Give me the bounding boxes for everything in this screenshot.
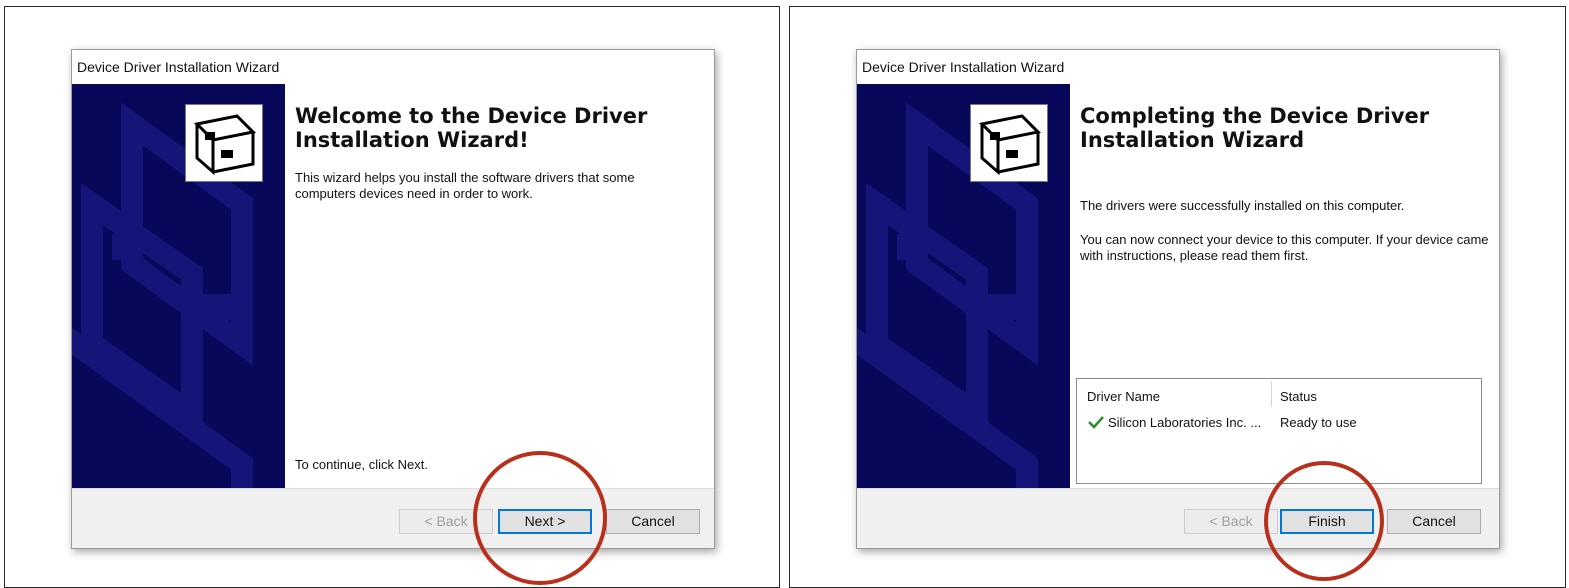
welcome-wizard-dialog: Device Driver Installation Wizard Welcom…: [71, 49, 715, 549]
wizard-content: Completing the Device Driver Installatio…: [1070, 84, 1499, 488]
column-separator: [1271, 381, 1272, 407]
right-screenshot-panel: Device Driver Installation Wizard Comple…: [789, 6, 1566, 588]
device-drive-icon: [185, 104, 263, 182]
driver-list: Driver Name Status Silicon Laboratories …: [1076, 378, 1482, 484]
window-title: Device Driver Installation Wizard: [862, 59, 1065, 75]
wizard-description: This wizard helps you install the softwa…: [295, 170, 635, 201]
left-screenshot-panel: Device Driver Installation Wizard Welcom…: [4, 6, 780, 588]
title-bar: Device Driver Installation Wizard: [72, 50, 714, 84]
connect-instruction: You can now connect your device to this …: [1080, 232, 1489, 263]
driver-name-cell[interactable]: Silicon Laboratories Inc. ...: [1108, 415, 1261, 430]
column-header-status[interactable]: Status: [1280, 389, 1317, 404]
completing-wizard-dialog: Device Driver Installation Wizard Comple…: [856, 49, 1500, 549]
wizard-sidebar: [857, 84, 1070, 488]
wizard-sidebar: [72, 84, 285, 488]
device-drive-icon: [970, 104, 1048, 182]
highlight-circle: [473, 451, 607, 585]
page-title: Welcome to the Device Driver Installatio…: [295, 104, 648, 152]
checkmark-icon: [1088, 416, 1104, 429]
page-title: Completing the Device Driver Installatio…: [1080, 104, 1430, 152]
title-bar: Device Driver Installation Wizard: [857, 50, 1499, 84]
window-title: Device Driver Installation Wizard: [77, 59, 280, 75]
column-header-driver-name[interactable]: Driver Name: [1087, 389, 1160, 404]
install-status-text: The drivers were successfully installed …: [1080, 198, 1405, 213]
button-bar: < Back Finish Cancel: [857, 488, 1499, 548]
driver-status-cell[interactable]: Ready to use: [1280, 415, 1357, 430]
button-bar: < Back Next > Cancel: [72, 488, 714, 548]
cancel-button[interactable]: Cancel: [1387, 509, 1481, 534]
wizard-content: Welcome to the Device Driver Installatio…: [285, 84, 714, 488]
cancel-button[interactable]: Cancel: [606, 509, 700, 534]
highlight-circle: [1264, 461, 1384, 581]
continue-instruction: To continue, click Next.: [295, 457, 428, 472]
